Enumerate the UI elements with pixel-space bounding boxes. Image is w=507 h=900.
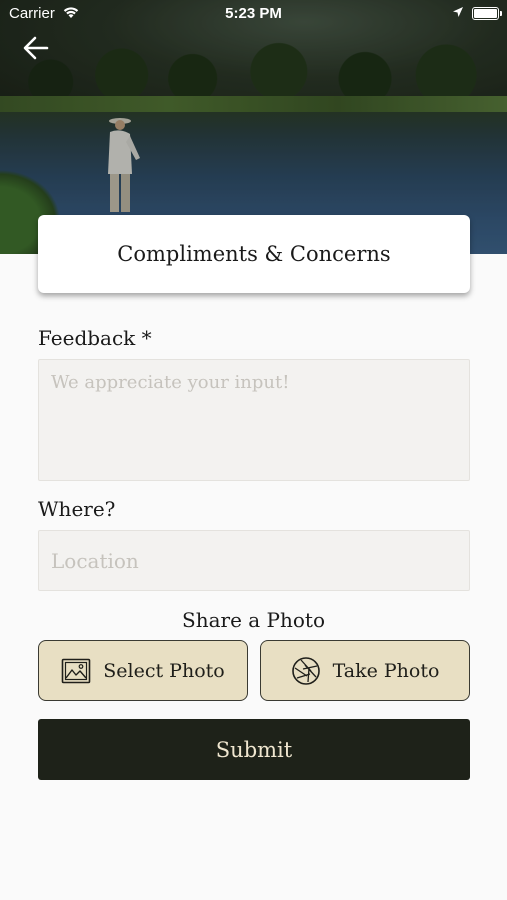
location-input[interactable] [38,530,470,591]
image-icon [61,658,91,683]
battery-icon [472,7,502,20]
back-button[interactable] [22,34,58,66]
take-photo-button[interactable]: Take Photo [260,640,470,701]
page-title-card: Compliments & Concerns [38,215,470,293]
select-photo-label: Select Photo [103,659,225,682]
location-arrow-icon [453,7,463,17]
feedback-input[interactable] [38,359,470,481]
where-label: Where? [38,497,116,521]
share-photo-label: Share a Photo [182,608,325,632]
clock: 5:23 PM [225,5,282,22]
camera-aperture-icon [291,656,320,685]
feedback-label: Feedback * [38,326,152,350]
submit-button[interactable]: Submit [38,719,470,780]
take-photo-label: Take Photo [332,659,440,682]
arrow-left-icon [23,36,49,60]
page-title: Compliments & Concerns [117,242,391,266]
submit-label: Submit [215,737,293,762]
select-photo-button[interactable]: Select Photo [38,640,248,701]
status-bar: Carrier 5:23 PM [0,0,507,28]
